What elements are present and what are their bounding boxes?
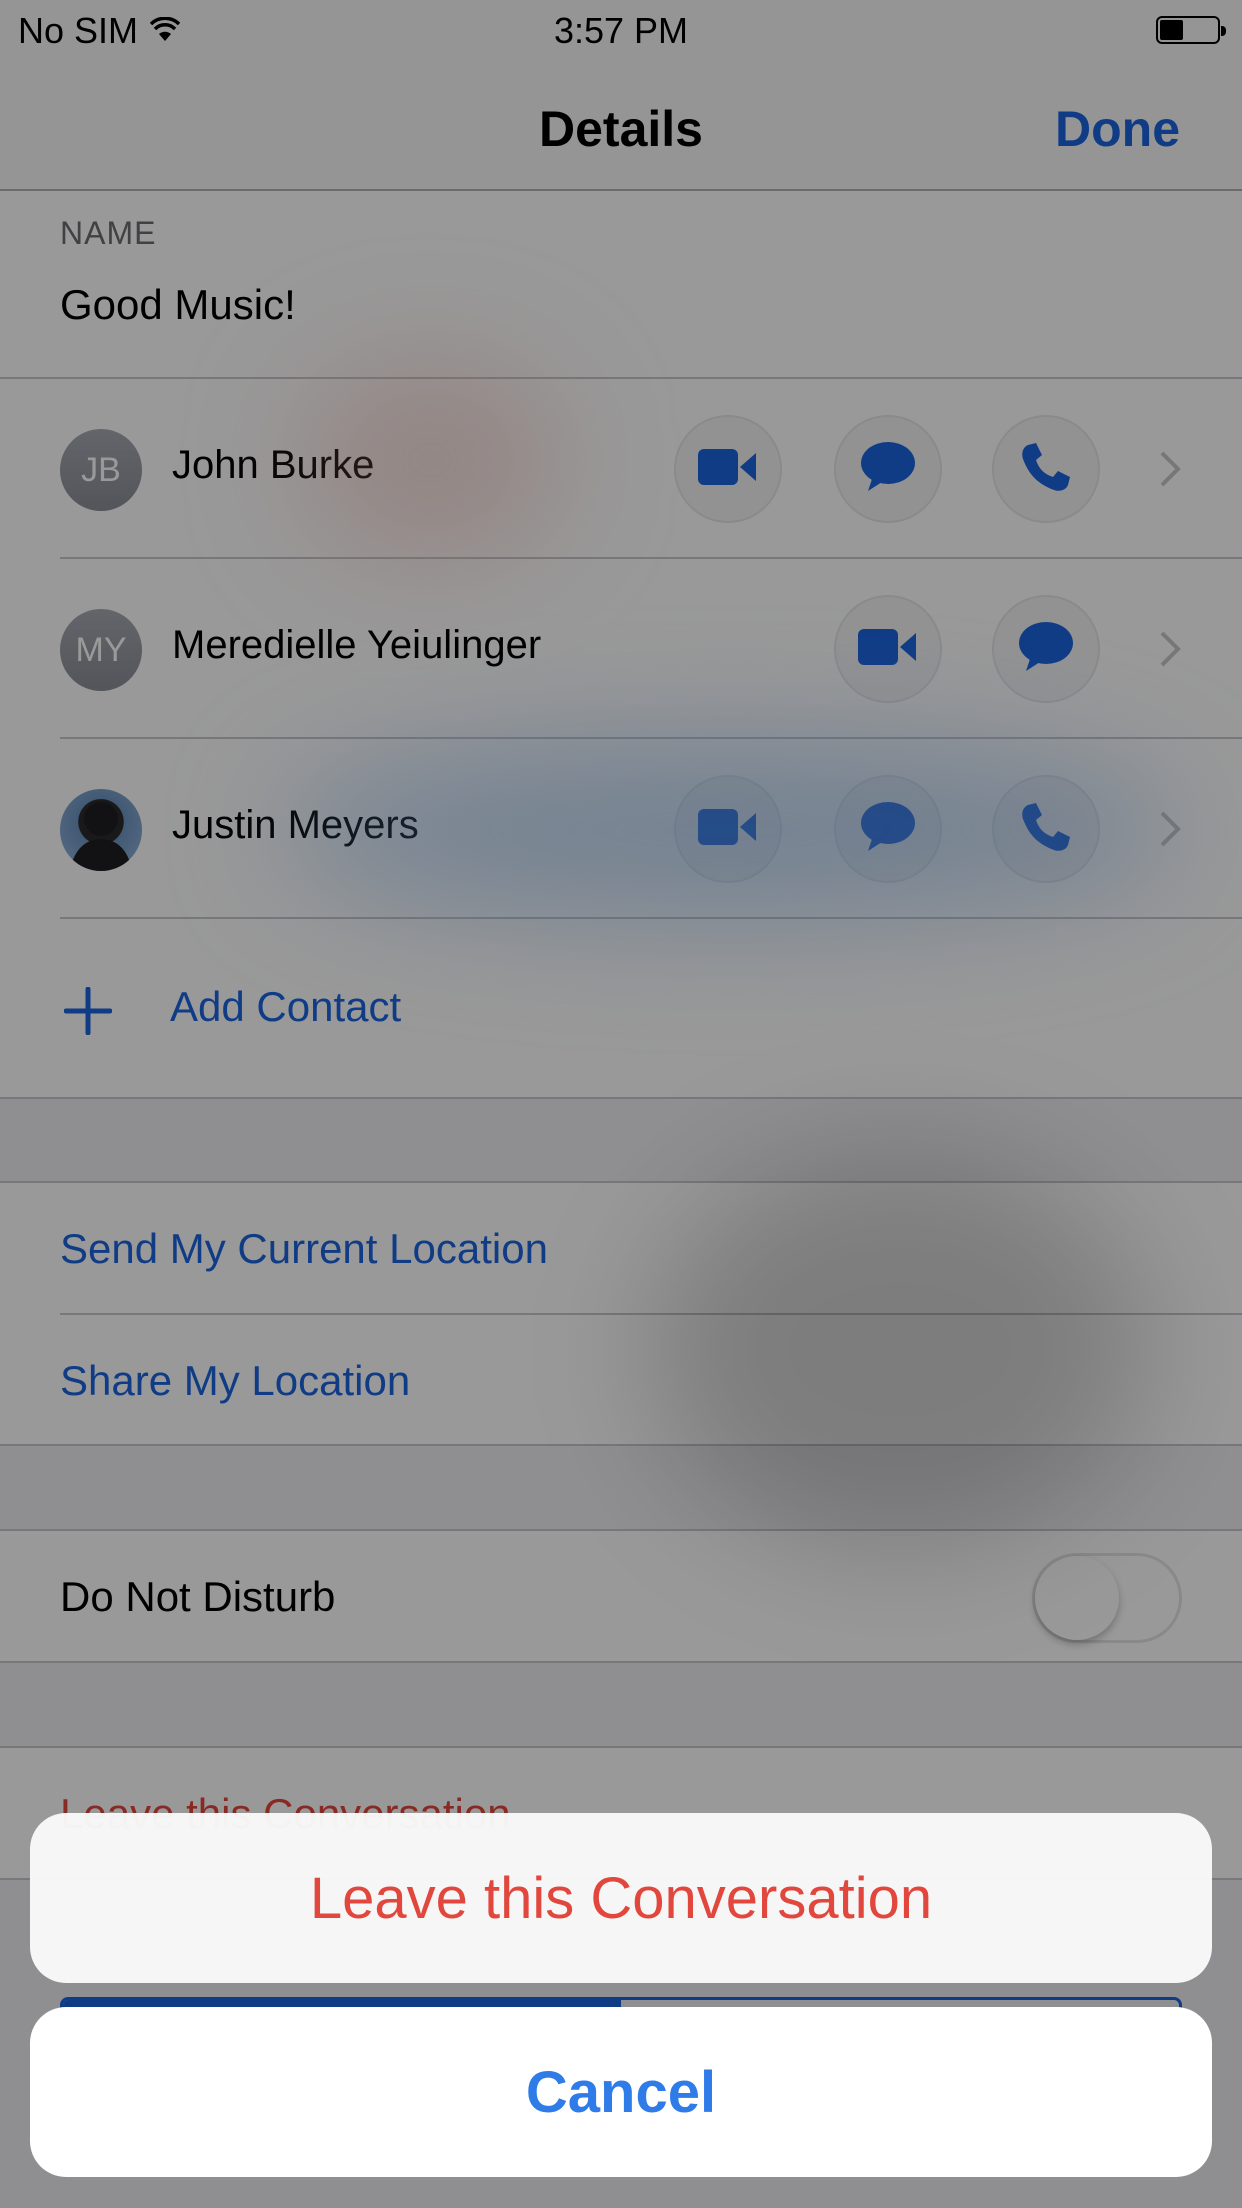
action-sheet-cancel-group: Cancel <box>30 2007 1212 2177</box>
action-sheet: Leave this Conversation <box>30 1813 1212 1983</box>
leave-conversation-button[interactable]: Leave this Conversation <box>30 1813 1212 1983</box>
cancel-button[interactable]: Cancel <box>30 2007 1212 2177</box>
